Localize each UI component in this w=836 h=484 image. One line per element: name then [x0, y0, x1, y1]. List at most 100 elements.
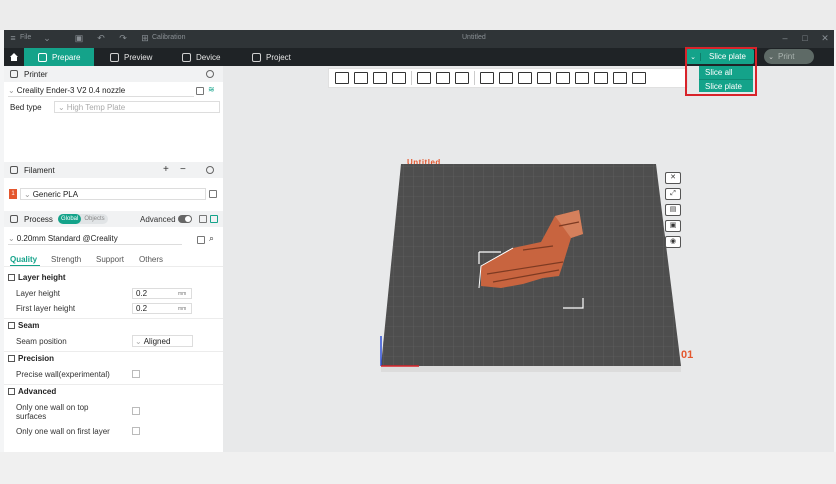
layer-height-label: Layer height [16, 289, 61, 298]
arrange-plate-icon[interactable]: ⤢ [665, 188, 681, 200]
seam-position-label: Seam position [16, 337, 67, 346]
tab-device[interactable]: Device [182, 48, 220, 66]
visibility-eye-icon[interactable]: ◉ [665, 236, 681, 248]
one-wall-first-checkbox[interactable] [132, 427, 140, 435]
pill-objects[interactable]: Objects [81, 216, 107, 222]
process-preset-select[interactable]: ⌄ 0.20mm Standard @Creality [8, 233, 182, 245]
minimize-icon[interactable]: – [780, 33, 790, 43]
save-icon[interactable]: ▣ [74, 33, 84, 43]
lock-plate-icon[interactable]: ▣ [665, 220, 681, 232]
printer-select[interactable]: ⌄ Creality Ender-3 V2 0.4 nozzle [8, 85, 194, 97]
home-icon [10, 53, 18, 61]
menu-icon[interactable]: ≡ [8, 33, 18, 43]
group-title: Layer height [18, 273, 66, 282]
filament-color-swatch[interactable]: 1 [9, 189, 17, 199]
device-icon [182, 52, 191, 62]
tab-label: Project [266, 52, 291, 62]
tab-label: Preview [124, 52, 153, 62]
title-bar: ≡ File ⌄ ▣ ↶ ↷ ⊞ Calibration Untitled – … [4, 30, 834, 48]
calibration-menu[interactable]: Calibration [152, 34, 185, 41]
undo-icon[interactable]: ↶ [96, 33, 106, 43]
remove-filament-button[interactable]: − [180, 164, 186, 175]
chevron-down-icon: ⌄ [58, 102, 65, 112]
chevron-down-icon[interactable]: ⌄ [764, 53, 778, 61]
global-objects-switch[interactable]: Global Objects [58, 214, 108, 224]
plate-number: 01 [681, 349, 694, 361]
close-icon[interactable]: ✕ [820, 33, 830, 43]
compare-icon[interactable] [199, 215, 207, 223]
one-wall-top-label: Only one wall on top surfaces [16, 403, 89, 421]
edit-icon[interactable] [196, 87, 204, 95]
unit-label: mm [178, 291, 187, 297]
first-layer-height-label: First layer height [16, 304, 76, 313]
remove-plate-icon[interactable]: ✕ [665, 172, 681, 184]
seam-position-value: Aligned [143, 336, 171, 346]
section-title: Process [24, 214, 53, 224]
wifi-icon[interactable]: ≋ [208, 85, 215, 94]
tab-project[interactable]: Project [252, 48, 291, 66]
file-menu[interactable]: File [20, 34, 31, 41]
group-title: Advanced [18, 387, 57, 396]
tab-prepare[interactable]: Prepare [24, 48, 95, 66]
tab-label: Device [196, 52, 221, 62]
home-button[interactable] [4, 48, 24, 66]
one-wall-first-label: Only one wall on first layer [16, 427, 110, 436]
add-filament-button[interactable]: + [163, 164, 169, 175]
plate-edge [381, 366, 681, 372]
print-button-label: Print [778, 52, 795, 61]
chevron-down-icon: ⌄ [8, 234, 15, 243]
gear-icon[interactable] [206, 166, 214, 174]
filament-select[interactable]: ⌄ Generic PLA [20, 188, 206, 200]
bed-type-select[interactable]: ⌄ High Temp Plate [54, 101, 220, 113]
advanced-label: Advanced [140, 215, 176, 224]
gear-icon[interactable] [206, 70, 214, 78]
tab-preview[interactable]: Preview [110, 48, 152, 66]
3d-viewport[interactable]: Untitled 01 ✕ ⤢ ▤ ▣ ◉ [223, 66, 834, 452]
advanced-icon [8, 388, 15, 395]
pill-global[interactable]: Global [58, 214, 82, 224]
advanced-toggle[interactable] [178, 215, 192, 223]
calibration-icon[interactable]: ⊞ [140, 33, 150, 43]
tab-quality[interactable]: Quality [10, 255, 37, 264]
orient-plate-icon[interactable]: ▤ [665, 204, 681, 216]
slice-plate-button[interactable]: ⌄ Slice plate [686, 49, 754, 64]
chevron-down-icon[interactable]: ⌄ [686, 52, 701, 61]
layer-height-group: Layer height [4, 271, 223, 284]
settings-sidebar: Printer ⌄ Creality Ender-3 V2 0.4 nozzle… [4, 66, 224, 452]
process-section-header: Process Global Objects Advanced [4, 211, 223, 227]
preview-icon [110, 52, 119, 62]
main-tab-bar: Prepare Preview Device Project ⌄ Slice p… [4, 48, 834, 66]
divider [4, 266, 223, 267]
tab-strength[interactable]: Strength [51, 255, 81, 264]
precise-wall-label: Precise wall(experimental) [16, 370, 110, 379]
filament-name: Generic PLA [32, 189, 79, 199]
project-icon [252, 52, 261, 62]
tab-others[interactable]: Others [139, 255, 163, 264]
process-preset: 0.20mm Standard @Creality [16, 234, 118, 243]
maximize-icon[interactable]: □ [800, 33, 810, 43]
redo-icon[interactable]: ↷ [118, 33, 128, 43]
search-icon[interactable]: ⌕ [209, 233, 214, 244]
menu-item-slice-plate[interactable]: Slice plate [699, 79, 753, 93]
seam-position-select[interactable]: ⌄ Aligned [132, 335, 193, 347]
tab-support[interactable]: Support [96, 255, 124, 264]
one-wall-top-checkbox[interactable] [132, 407, 140, 415]
process-settings-icon[interactable] [210, 215, 218, 223]
precise-wall-checkbox[interactable] [132, 370, 140, 378]
section-title: Printer [24, 69, 48, 79]
chevron-down-icon[interactable]: ⌄ [42, 33, 52, 43]
advanced-group: Advanced [4, 385, 223, 398]
group-title: Seam [18, 321, 40, 330]
print-button[interactable]: ⌄ Print [764, 49, 814, 64]
bed-type-value: High Temp Plate [66, 102, 126, 112]
document-title: Untitled [462, 34, 486, 41]
menu-item-slice-all[interactable]: Slice all [699, 66, 753, 79]
chevron-down-icon: ⌄ [8, 86, 15, 95]
save-preset-icon[interactable] [197, 236, 205, 244]
printer-name: Creality Ender-3 V2 0.4 nozzle [16, 86, 126, 95]
process-icon [10, 215, 18, 223]
edit-icon[interactable] [209, 190, 217, 198]
chevron-down-icon: ⌄ [135, 336, 142, 346]
seam-group: Seam [4, 319, 223, 332]
background-top [0, 0, 836, 30]
